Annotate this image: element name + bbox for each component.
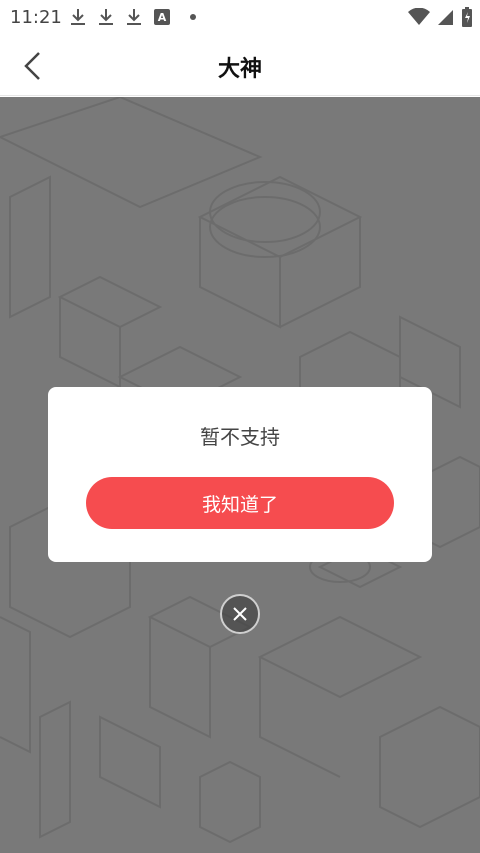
confirm-button[interactable]: 我知道了 (86, 477, 394, 529)
dialog-message: 暂不支持 (200, 425, 280, 449)
wifi-icon (408, 7, 430, 30)
status-bar: 11:21 A (0, 0, 480, 36)
battery-icon (462, 7, 472, 31)
page-title: 大神 (217, 57, 262, 82)
close-icon (233, 607, 247, 621)
a-icon: A (154, 9, 170, 25)
alert-dialog: 暂不支持 我知道了 (48, 387, 432, 562)
status-time: 11:21 (10, 7, 62, 28)
close-button[interactable] (220, 594, 260, 634)
download-icon (98, 8, 114, 26)
download-icon (70, 8, 86, 26)
notification-icons: A (70, 8, 196, 26)
signal-icon (438, 8, 454, 30)
nav-bar: 大神 (0, 36, 480, 96)
download-icon (126, 8, 142, 26)
dot-icon (190, 14, 196, 20)
system-icons (408, 7, 472, 31)
